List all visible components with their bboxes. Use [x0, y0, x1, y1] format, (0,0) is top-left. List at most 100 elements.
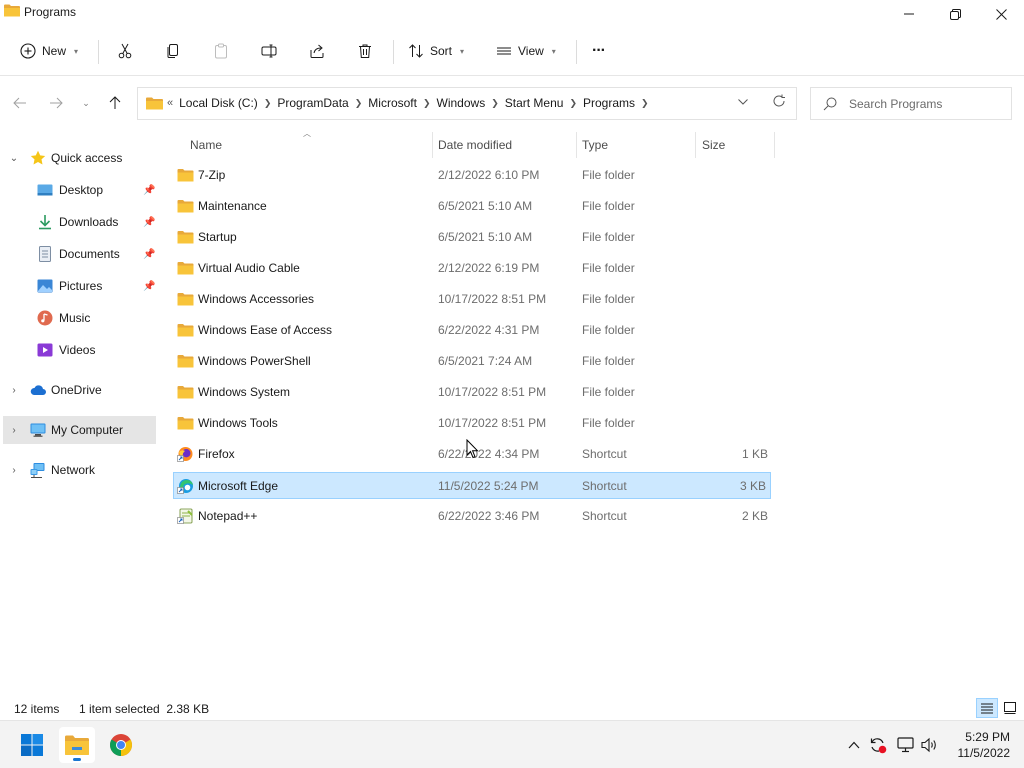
file-date-modified: 6/5/2021 7:24 AM [438, 354, 533, 368]
file-row[interactable]: Notepad++ 6/22/2022 3:46 PM Shortcut 2 KB [174, 503, 772, 530]
file-name: Virtual Audio Cable [198, 261, 300, 275]
more-options-button[interactable]: ··· [592, 38, 606, 64]
column-header-date[interactable]: Date modified [438, 133, 512, 157]
file-row[interactable]: Windows Tools 10/17/2022 8:51 PM File fold… [174, 410, 772, 437]
breadcrumb-microsoft[interactable]: Microsoft [362, 96, 423, 110]
details-view-button[interactable] [976, 698, 998, 718]
show-hidden-icons-button[interactable] [844, 735, 864, 755]
music-icon [37, 310, 53, 326]
volume-tray[interactable] [920, 735, 940, 755]
nav-pictures[interactable]: Pictures 📌 [3, 272, 156, 300]
folder-icon [146, 97, 163, 109]
column-divider[interactable] [774, 132, 775, 158]
column-header-type[interactable]: Type [582, 133, 608, 157]
active-app-indicator [73, 758, 81, 761]
copy-button[interactable] [165, 38, 181, 64]
rename-button[interactable] [261, 38, 277, 64]
cut-button[interactable] [117, 38, 133, 64]
file-row[interactable]: Maintenance 6/5/2021 5:10 AM File folder [174, 193, 772, 220]
file-row[interactable]: Windows System 10/17/2022 8:51 PM File fol… [174, 379, 772, 406]
forward-button[interactable] [46, 92, 66, 114]
chevron-down-icon[interactable]: ⌄ [8, 153, 20, 164]
chevron-right-icon[interactable]: ❯ [491, 98, 499, 109]
chevron-right-icon[interactable]: ❯ [423, 98, 431, 109]
sync-status-tray[interactable] [868, 735, 888, 755]
refresh-button[interactable] [772, 94, 786, 111]
start-button[interactable] [14, 727, 50, 763]
file-row[interactable]: Windows Accessories 10/17/2022 8:51 PM Fil… [174, 286, 772, 313]
file-date-modified: 10/17/2022 8:51 PM [438, 385, 547, 399]
breadcrumb-windows[interactable]: Windows [431, 96, 492, 110]
minimize-button[interactable] [886, 0, 932, 28]
close-button[interactable] [978, 0, 1024, 28]
nav-videos[interactable]: Videos [3, 336, 156, 364]
pin-icon[interactable]: 📌 [143, 185, 155, 196]
breadcrumb-local-disk[interactable]: Local Disk (C:) [173, 96, 264, 110]
file-row[interactable]: Startup 6/5/2021 5:10 AM File folder [174, 224, 772, 251]
recent-locations-button[interactable]: ⌄ [76, 92, 96, 114]
network-tray[interactable] [896, 735, 916, 755]
clock[interactable]: 5:29 PM 11/5/2022 [946, 729, 1011, 761]
search-box[interactable] [810, 87, 1012, 120]
column-header-name[interactable]: Name [190, 133, 222, 157]
large-icons-view-button[interactable] [999, 698, 1021, 718]
title-bar: Programs [0, 0, 1024, 28]
windows-logo-icon [21, 734, 43, 756]
file-date-modified: 10/17/2022 8:51 PM [438, 416, 547, 430]
column-divider[interactable] [576, 132, 577, 158]
file-type: File folder [582, 168, 635, 182]
taskbar: 5:29 PM 11/5/2022 [0, 720, 1024, 768]
chevron-right-icon[interactable]: ❯ [355, 98, 363, 109]
share-button[interactable] [309, 38, 325, 64]
chevron-right-icon[interactable]: › [8, 425, 20, 436]
nav-onedrive[interactable]: › OneDrive [3, 376, 156, 404]
nav-music[interactable]: Music [3, 304, 156, 332]
column-divider[interactable] [432, 132, 433, 158]
taskbar-file-explorer[interactable] [59, 727, 95, 763]
chevron-right-icon[interactable]: › [8, 465, 20, 476]
new-button[interactable]: New ▾ [20, 38, 78, 64]
sort-button[interactable]: Sort ▾ [408, 38, 464, 64]
delete-button[interactable] [357, 38, 373, 64]
file-name: Firefox [198, 447, 235, 461]
nav-quick-access[interactable]: ⌄ Quick access [3, 144, 156, 172]
file-row[interactable]: Microsoft Edge 11/5/2022 5:24 PM Shortcut 3… [173, 472, 771, 499]
up-button[interactable] [105, 92, 125, 114]
view-button[interactable]: View ▾ [496, 38, 556, 64]
chevron-right-icon[interactable]: ❯ [264, 98, 272, 109]
address-bar[interactable]: « Local Disk (C:) ❯ ProgramData ❯ Micros… [137, 87, 797, 120]
back-button[interactable] [10, 92, 30, 114]
details-view-icon [981, 703, 993, 714]
file-row[interactable]: Windows Ease of Access 6/22/2022 4:31 PM F… [174, 317, 772, 344]
breadcrumb-programs[interactable]: Programs [577, 96, 641, 110]
paste-button[interactable] [213, 38, 229, 64]
search-input[interactable] [849, 95, 1004, 113]
restore-button[interactable] [932, 0, 978, 28]
column-header-size[interactable]: Size [702, 133, 725, 157]
folder-icon [177, 169, 194, 182]
taskbar-chrome[interactable] [103, 727, 139, 763]
nav-my-computer[interactable]: › My Computer [3, 416, 156, 444]
pin-icon[interactable]: 📌 [143, 281, 155, 292]
file-row[interactable]: Virtual Audio Cable 2/12/2022 6:19 PM File… [174, 255, 772, 282]
breadcrumb-start-menu[interactable]: Start Menu [499, 96, 570, 110]
breadcrumb-programdata[interactable]: ProgramData [271, 96, 354, 110]
nav-downloads[interactable]: Downloads 📌 [3, 208, 156, 236]
address-history-dropdown[interactable] [738, 97, 748, 108]
toolbar-divider [393, 40, 394, 64]
star-icon [30, 150, 46, 165]
pin-icon[interactable]: 📌 [143, 249, 155, 260]
column-divider[interactable] [695, 132, 696, 158]
chevron-right-icon[interactable]: › [8, 385, 20, 396]
file-row[interactable]: Windows PowerShell 6/5/2021 7:24 AM File f… [174, 348, 772, 375]
chevron-down-icon [738, 99, 748, 105]
nav-documents[interactable]: Documents 📌 [3, 240, 156, 268]
nav-network[interactable]: › Network [3, 456, 156, 484]
folder-icon [177, 386, 194, 399]
nav-desktop[interactable]: Desktop 📌 [3, 176, 156, 204]
clipboard-icon [215, 43, 227, 59]
chevron-right-icon[interactable]: ❯ [641, 98, 649, 109]
chevron-right-icon[interactable]: ❯ [569, 98, 577, 109]
file-row[interactable]: 7-Zip 2/12/2022 6:10 PM File folder [174, 162, 772, 189]
pin-icon[interactable]: 📌 [143, 217, 155, 228]
